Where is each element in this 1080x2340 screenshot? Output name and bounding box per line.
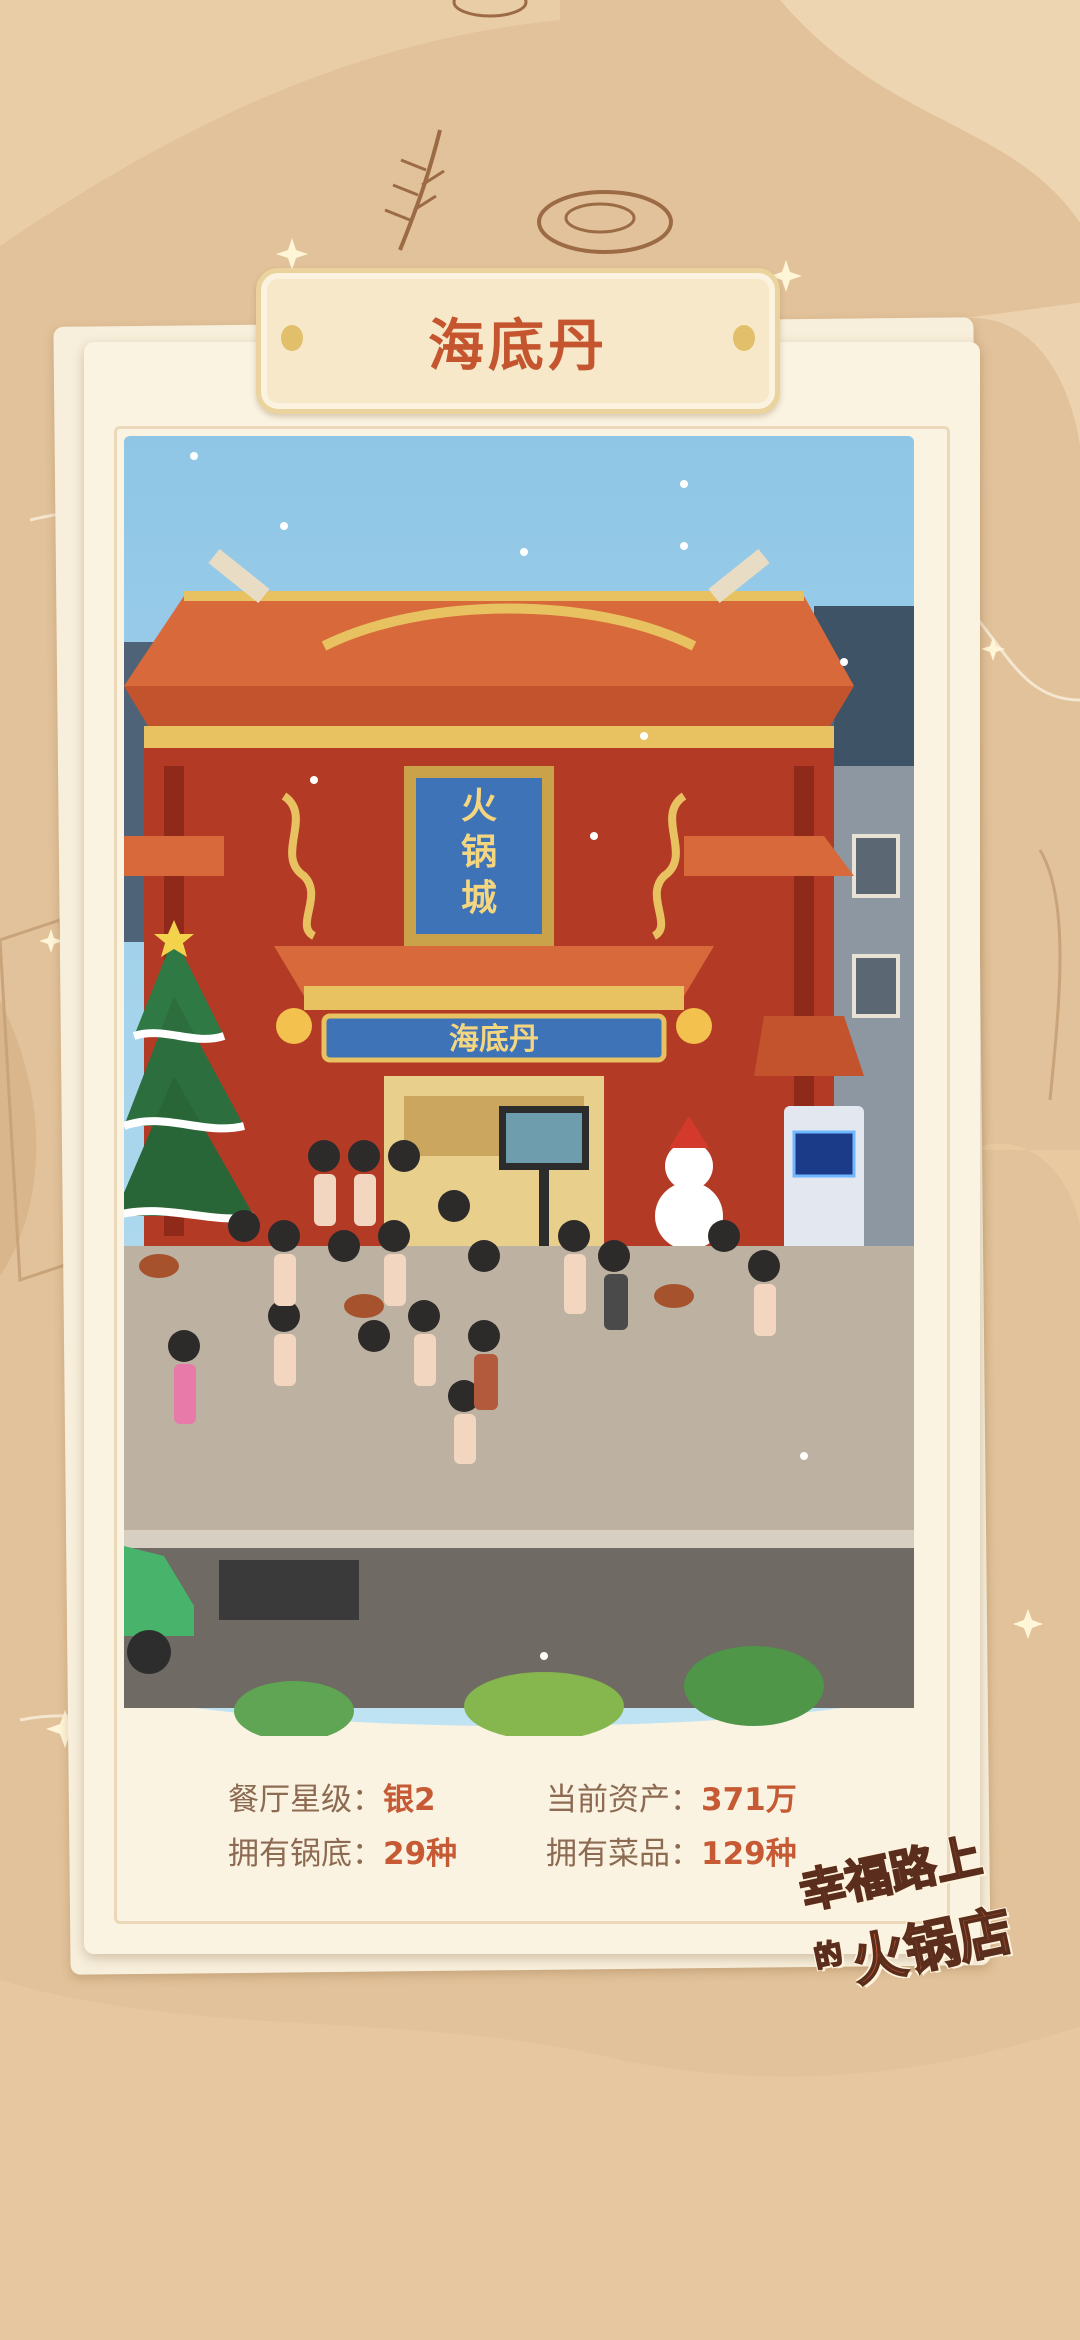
restaurant-title-plate: 海底丹 (256, 268, 780, 414)
restaurant-name: 海底丹 (428, 312, 608, 379)
stat-pots-value: 29种 (383, 1836, 458, 1872)
title-dot-left (281, 325, 303, 351)
scene-illustration: 火 锅 城 海底丹 (124, 436, 914, 1736)
stat-pots-label: 拥有锅底： (228, 1836, 383, 1872)
shop-sign-text: 海底丹 (449, 1022, 539, 1057)
restaurant-scene: 火 锅 城 海底丹 (124, 436, 914, 1736)
stat-star-label: 餐厅星级： (228, 1782, 383, 1818)
stat-assets: 当前资产：371万 (546, 1774, 797, 1819)
logo-small: 的 (810, 1935, 846, 1975)
stat-dishes: 拥有菜品：129种 (546, 1828, 797, 1873)
signboard-char-3: 城 (461, 877, 497, 919)
stat-dishes-value: 129种 (701, 1836, 797, 1872)
restaurant-stats: 餐厅星级：银2 当前资产：371万 拥有锅底：29种 拥有菜品：129种 (228, 1774, 868, 1894)
signboard-char-1: 火 (461, 785, 497, 827)
title-dot-right (733, 325, 755, 351)
stat-hotpot-bases: 拥有锅底：29种 (228, 1828, 457, 1873)
stat-assets-label: 当前资产： (546, 1782, 701, 1818)
stat-assets-value: 371万 (701, 1782, 797, 1818)
signboard-char-2: 锅 (461, 831, 497, 873)
stat-star-value: 银2 (383, 1782, 436, 1818)
stat-dishes-label: 拥有菜品： (546, 1836, 701, 1872)
stat-star-level: 餐厅星级：银2 (228, 1774, 436, 1819)
game-logo: 幸福路上 的 火锅店 (790, 1827, 1050, 2010)
